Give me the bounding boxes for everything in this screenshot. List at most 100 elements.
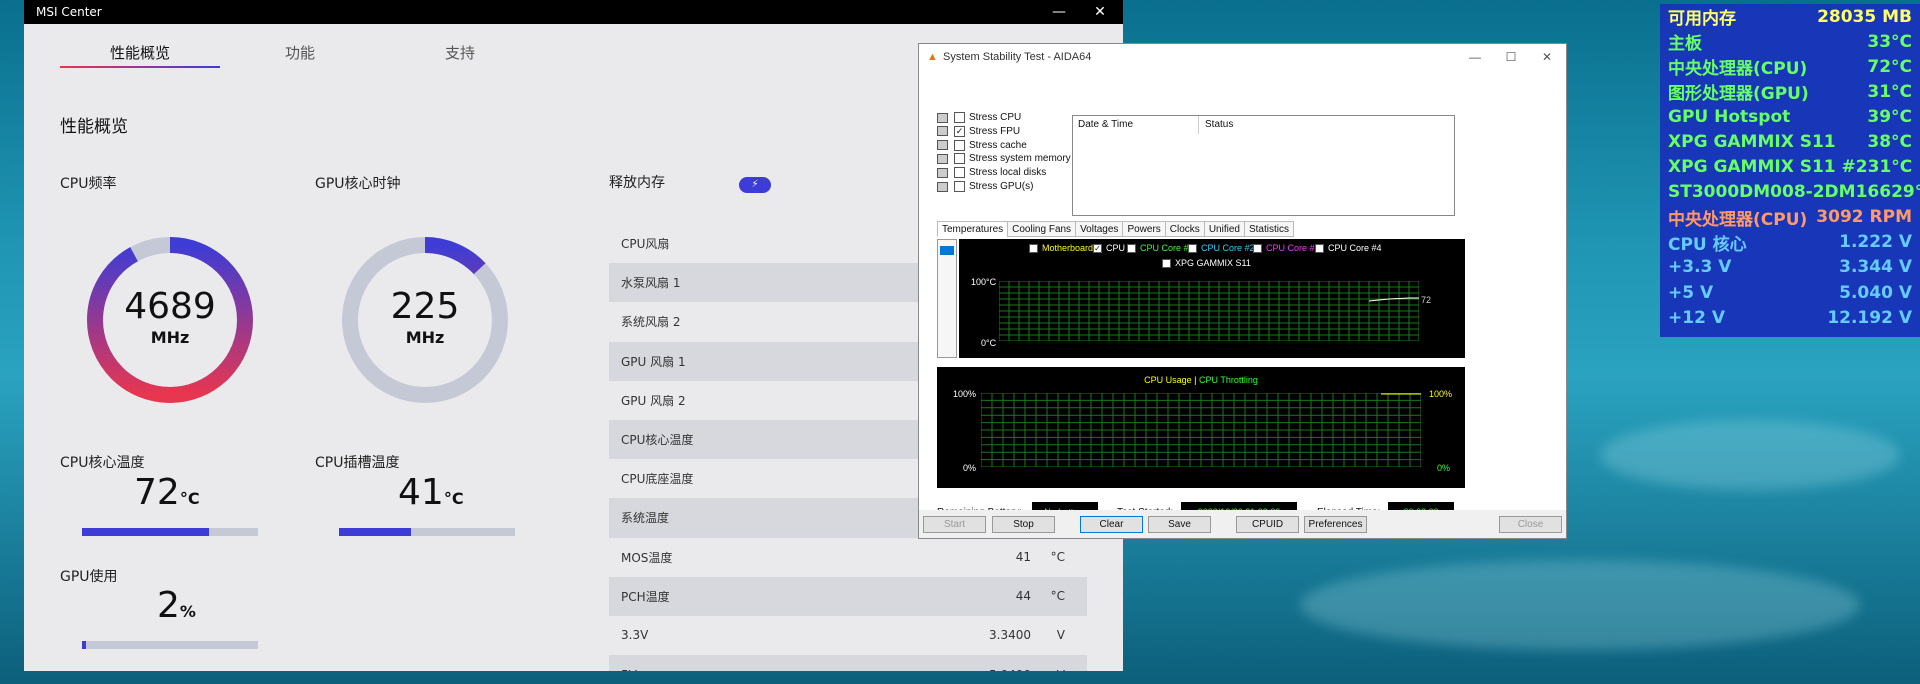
overlay-value: 28035 MB <box>1817 6 1912 27</box>
gpu-usage-bar <box>82 641 258 649</box>
overlay-value: 5.040 V <box>1839 282 1912 303</box>
clear-button[interactable]: Clear <box>1080 516 1143 533</box>
temp-graph-scroll[interactable] <box>937 239 957 358</box>
overlay-label: 图形处理器(GPU) <box>1668 84 1809 105</box>
socket-temp-unit: °C <box>443 489 464 508</box>
overlay-row: +5 V 5.040 V <box>1668 280 1912 305</box>
scroll-marker <box>940 246 954 255</box>
tab-voltages[interactable]: Voltages <box>1075 221 1124 237</box>
legend-item[interactable]: CPU Core #2 <box>1188 243 1255 253</box>
cpu-temp-unit: °C <box>179 489 200 508</box>
tab-powers[interactable]: Powers <box>1122 221 1166 237</box>
stress-checkbox[interactable] <box>954 139 965 151</box>
sensor-name: 5V <box>621 668 637 671</box>
socket-temp-value: 41°C <box>398 472 464 513</box>
legend-item[interactable]: CPU Core #1 <box>1127 243 1194 253</box>
status-table: Date & Time Status <box>1072 115 1455 216</box>
cpu-frequency-unit: MHz <box>150 328 190 347</box>
stress-checkbox[interactable] <box>954 181 965 192</box>
tab-statistics[interactable]: Statistics <box>1243 221 1294 237</box>
sensor-unit: °C <box>1050 550 1065 565</box>
tab-features[interactable]: 功能 <box>220 42 380 63</box>
legend-checkbox[interactable] <box>1162 258 1171 268</box>
sensor-name: GPU 风扇 1 <box>621 354 686 369</box>
overlay-label: 中央处理器(CPU) <box>1668 59 1808 80</box>
socket-temp-label: CPU插槽温度 <box>315 455 400 471</box>
usage-graph: CPU Usage | CPU Throttling 100% 0% 100% … <box>937 367 1465 488</box>
tab-support[interactable]: 支持 <box>380 42 540 63</box>
legend-checkbox[interactable] <box>1127 243 1136 253</box>
close-icon[interactable]: ✕ <box>1077 0 1123 24</box>
tab-clocks[interactable]: Clocks <box>1164 221 1205 237</box>
legend-item[interactable]: ✓ CPU <box>1093 243 1125 253</box>
gpu-clock-label: GPU核心时钟 <box>315 176 401 192</box>
legend-item[interactable]: CPU Core #4 <box>1315 243 1382 253</box>
list-item: MOS温度 41 °C <box>609 538 1087 577</box>
cpu-temp-label: CPU核心温度 <box>60 455 145 471</box>
stress-option[interactable]: Stress GPU(s) <box>937 181 1033 192</box>
stress-checkbox[interactable] <box>954 153 965 165</box>
usage-title-separator: | <box>1194 375 1197 385</box>
tab-temperatures[interactable]: Temperatures <box>937 221 1009 237</box>
device-icon <box>937 112 948 123</box>
overlay-value: 31°C <box>1867 157 1913 178</box>
legend-label: CPU Core #2 <box>1201 243 1255 253</box>
cpu-temp-value: 72°C <box>134 472 200 513</box>
overlay-value: 12.192 V <box>1827 307 1912 328</box>
overlay-value: 72°C <box>1867 56 1912 77</box>
close-button[interactable]: Close <box>1499 516 1562 533</box>
usage-y-min-label: 0% <box>963 463 977 473</box>
stress-option[interactable]: Stress system memory <box>937 153 1071 165</box>
legend-checkbox[interactable] <box>1315 243 1324 253</box>
minimize-icon[interactable]: — <box>1457 44 1493 70</box>
tab-cooling-fans[interactable]: Cooling Fans <box>1007 221 1077 237</box>
device-icon <box>937 181 948 192</box>
close-icon[interactable]: ✕ <box>1529 44 1565 70</box>
maximize-icon[interactable]: ☐ <box>1493 44 1529 70</box>
overlay-row: 中央处理器(CPU) 72°C <box>1668 54 1912 80</box>
release-memory-toggle[interactable]: ⚡ <box>739 177 771 193</box>
legend-item[interactable]: CPU Core #3 <box>1253 243 1320 253</box>
overlay-label: 可用内存 <box>1668 9 1736 30</box>
preferences-button[interactable]: Preferences <box>1304 516 1367 533</box>
stress-option[interactable]: Stress cache <box>937 139 1027 151</box>
overlay-value: 3.344 V <box>1839 257 1912 278</box>
device-icon <box>937 126 948 137</box>
stress-option[interactable]: ✓ Stress FPU <box>937 125 1020 137</box>
overlay-label: XPG GAMMIX S11 #2 <box>1668 157 1868 178</box>
legend-checkbox[interactable]: ✓ <box>1093 243 1102 253</box>
stress-option[interactable]: Stress local disks <box>937 167 1046 179</box>
tab-performance[interactable]: 性能概览 <box>60 42 220 63</box>
cpu-throttling-title: CPU Throttling <box>1199 375 1258 385</box>
stress-option[interactable]: Stress CPU <box>937 112 1021 123</box>
cpuid-button[interactable]: CPUID <box>1236 516 1299 533</box>
cpu-usage-title: CPU Usage <box>1144 375 1192 385</box>
tab-unified[interactable]: Unified <box>1203 221 1245 237</box>
flame-icon: ▲ <box>927 51 938 63</box>
stress-checkbox[interactable]: ✓ <box>954 125 965 137</box>
legend-item[interactable]: Motherboard <box>1029 243 1093 253</box>
save-button[interactable]: Save <box>1148 516 1211 533</box>
stress-checkbox[interactable] <box>954 167 965 179</box>
socket-temp-bar-fill <box>339 528 412 536</box>
gpu-clock-unit: MHz <box>405 328 445 347</box>
minimize-icon[interactable]: — <box>1036 0 1082 24</box>
overlay-row: XPG GAMMIX S11 38°C <box>1668 129 1912 154</box>
gpu-usage-value: 2% <box>157 585 196 626</box>
legend-item[interactable]: XPG GAMMIX S11 <box>1162 258 1251 268</box>
overlay-row: 中央处理器(CPU) 3092 RPM <box>1668 205 1912 230</box>
overlay-value: 1.222 V <box>1839 232 1912 253</box>
stop-button[interactable]: Stop <box>992 516 1055 533</box>
legend-checkbox[interactable] <box>1029 243 1038 253</box>
legend-checkbox[interactable] <box>1188 243 1197 253</box>
overlay-label: +3.3 V <box>1668 257 1732 278</box>
start-button[interactable]: Start <box>923 516 986 533</box>
overlay-label: GPU Hotspot <box>1668 106 1791 127</box>
overlay-label: ST3000DM008-2DM166 <box>1668 182 1892 203</box>
stress-checkbox[interactable] <box>954 112 965 123</box>
overlay-row: +12 V 12.192 V <box>1668 305 1912 330</box>
list-item: PCH温度 44 °C <box>609 576 1087 616</box>
legend-checkbox[interactable] <box>1253 243 1262 253</box>
temp-y-max-label: 100°C <box>971 277 997 287</box>
temp-current-label: 72 <box>1421 295 1432 305</box>
